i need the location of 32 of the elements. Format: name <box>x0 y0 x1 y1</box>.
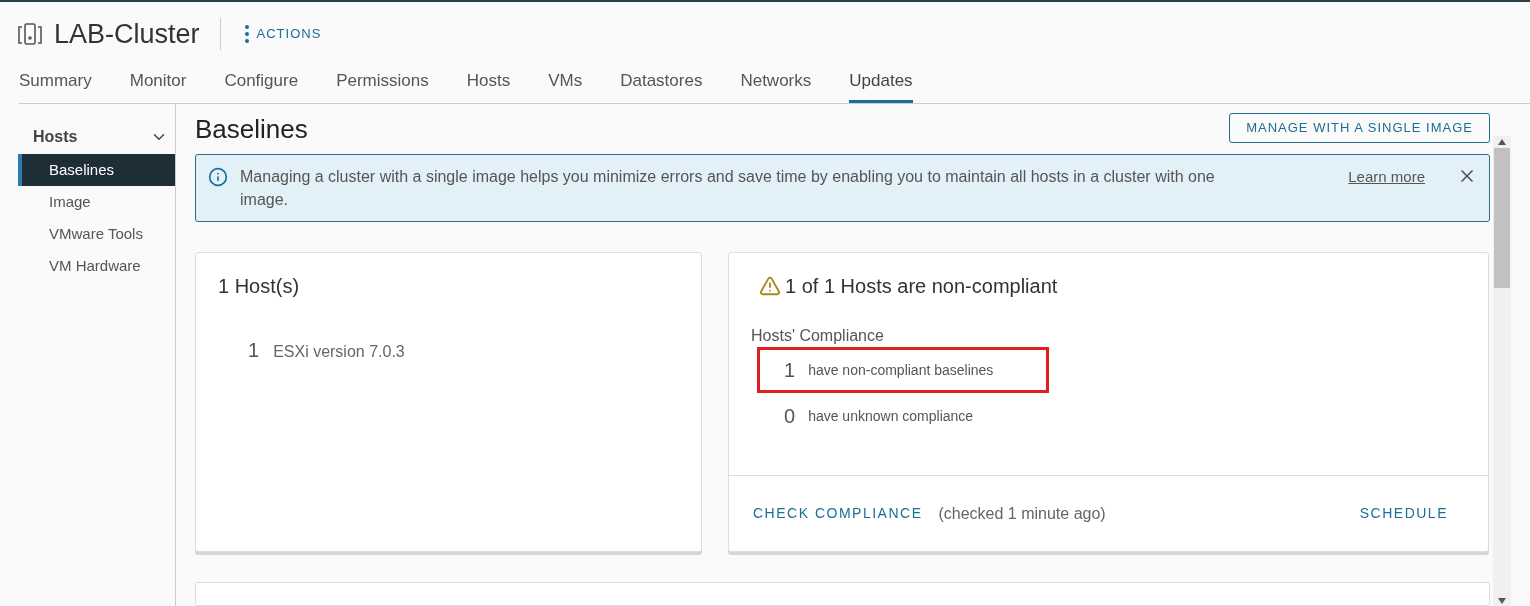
host-version: ESXi version 7.0.3 <box>273 342 405 363</box>
check-compliance-button[interactable]: CHECK COMPLIANCE <box>753 503 923 525</box>
sidebar-item[interactable]: Image <box>18 186 175 218</box>
compliance-count: 1 <box>784 358 796 384</box>
learn-more-link[interactable]: Learn more <box>1348 165 1425 189</box>
nav-tab[interactable]: VMs <box>548 66 583 103</box>
sidebar-item[interactable]: Baselines <box>18 154 175 186</box>
page-title: Baselines <box>195 112 308 146</box>
schedule-button[interactable]: SCHEDULE <box>1359 503 1448 525</box>
compliance-label: have non-compliant baselines <box>808 360 994 380</box>
alert-message: Managing a cluster with a single image helps you minimize errors and save time by enabling you to maintain all hosts in a cluster with one image. <box>240 167 1216 211</box>
compliance-label: have unknown compliance <box>808 406 974 426</box>
card-title: 1 Host(s) <box>218 274 301 300</box>
card-title: 1 of 1 Hosts are non-compliant <box>785 274 1058 300</box>
sidebar-item[interactable]: VM Hardware <box>18 250 175 282</box>
sidebar-group-toggle[interactable]: Hosts <box>18 120 168 154</box>
compliance-count: 0 <box>784 404 796 430</box>
sidebar-item[interactable]: VMware Tools <box>18 218 175 250</box>
nav-tab[interactable]: Hosts <box>466 66 511 103</box>
checked-time: (checked 1 minute ago) <box>938 503 1106 524</box>
nav-tab[interactable]: Monitor <box>129 66 187 103</box>
nav-tab[interactable]: Updates <box>849 66 913 103</box>
compliance-subtitle: Hosts' Compliance <box>751 327 885 346</box>
nav-tab[interactable]: Permissions <box>336 66 429 103</box>
actions-button[interactable]: ACTIONS <box>244 24 322 44</box>
cluster-title: LAB-Cluster <box>54 18 221 50</box>
nav-tab[interactable]: Networks <box>740 66 812 103</box>
host-count: 1 <box>248 338 260 364</box>
nav-tab[interactable]: Configure <box>224 66 299 103</box>
nav-tab[interactable]: Datastores <box>620 66 703 103</box>
manage-image-button[interactable]: MANAGE WITH A SINGLE IMAGE <box>1229 113 1490 144</box>
nav-tab[interactable]: Summary <box>19 66 92 103</box>
